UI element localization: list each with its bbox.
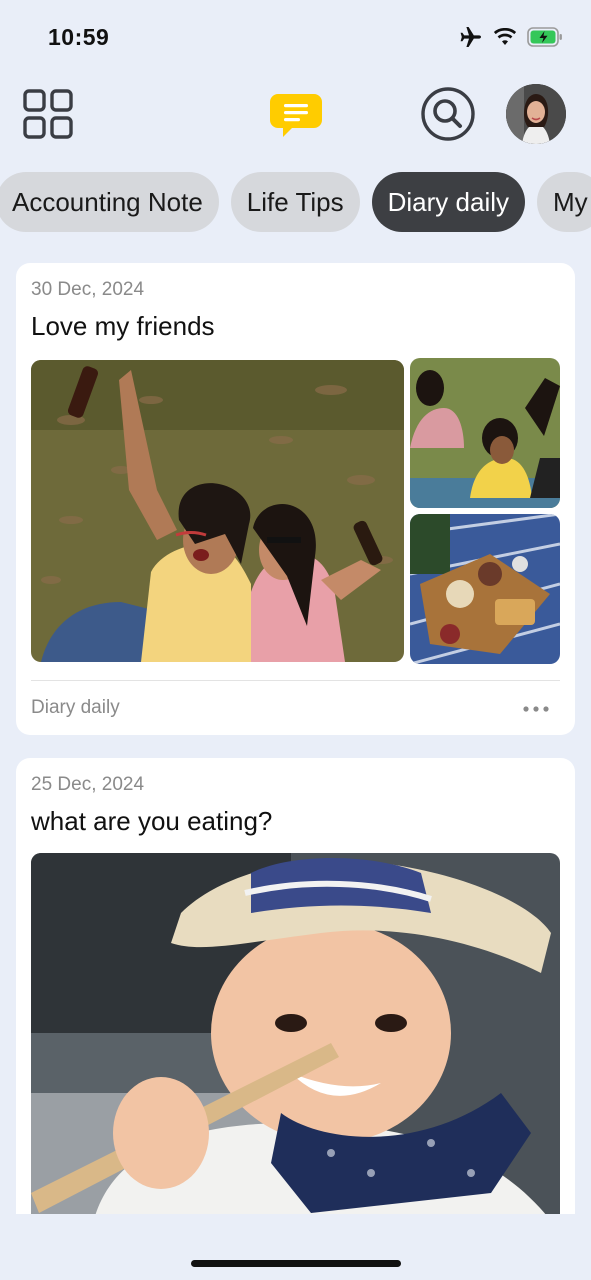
post-folder: Diary daily [31, 697, 120, 718]
notes-chat-icon [270, 94, 322, 137]
status-time: 10:59 [48, 24, 110, 50]
grid-menu-button[interactable] [22, 88, 74, 140]
friends-grass-photo[interactable] [31, 360, 404, 662]
notes-button[interactable] [268, 86, 324, 142]
tab-my[interactable]: My [537, 172, 591, 232]
child-eating-photo[interactable] [31, 853, 560, 1218]
post-date: 25 Dec, 2024 [31, 774, 145, 795]
tab-life-tips[interactable]: Life Tips [230, 172, 360, 232]
category-tabs: Accounting Note Life Tips Diary daily My [0, 172, 591, 234]
profile-avatar[interactable] [506, 84, 566, 144]
tab-accounting-note[interactable]: Accounting Note [0, 172, 219, 232]
search-icon [421, 87, 475, 141]
post-date: 30 Dec, 2024 [31, 279, 145, 300]
status-bar: 10:59 [0, 0, 591, 70]
ellipsis-icon [523, 706, 549, 712]
top-nav [0, 80, 591, 150]
avatar-image [506, 84, 566, 144]
tab-diary-daily[interactable]: Diary daily [371, 172, 525, 232]
tab-label: Life Tips [246, 186, 344, 217]
tab-label: My [553, 186, 588, 217]
tab-label: Accounting Note [12, 186, 203, 217]
picnic-food-photo[interactable] [410, 514, 560, 664]
friends-picnic-photo[interactable] [410, 358, 560, 508]
battery-charging-icon [527, 27, 563, 47]
search-button[interactable] [420, 86, 476, 142]
status-icons [459, 26, 563, 48]
tab-label: Diary daily [387, 186, 509, 217]
wifi-icon [493, 28, 517, 46]
post-title: Love my friends [31, 311, 215, 341]
card-divider [31, 680, 560, 681]
post-card[interactable]: 30 Dec, 2024 Love my friends Diary daily [16, 263, 575, 735]
post-title: what are you eating? [31, 806, 273, 836]
grid-icon [23, 89, 73, 139]
home-indicator[interactable] [191, 1260, 401, 1267]
airplane-icon [459, 26, 483, 48]
bottom-area [0, 1214, 591, 1280]
more-options-button[interactable] [521, 699, 551, 719]
post-card[interactable]: 25 Dec, 2024 what are you eating? [16, 758, 575, 1218]
